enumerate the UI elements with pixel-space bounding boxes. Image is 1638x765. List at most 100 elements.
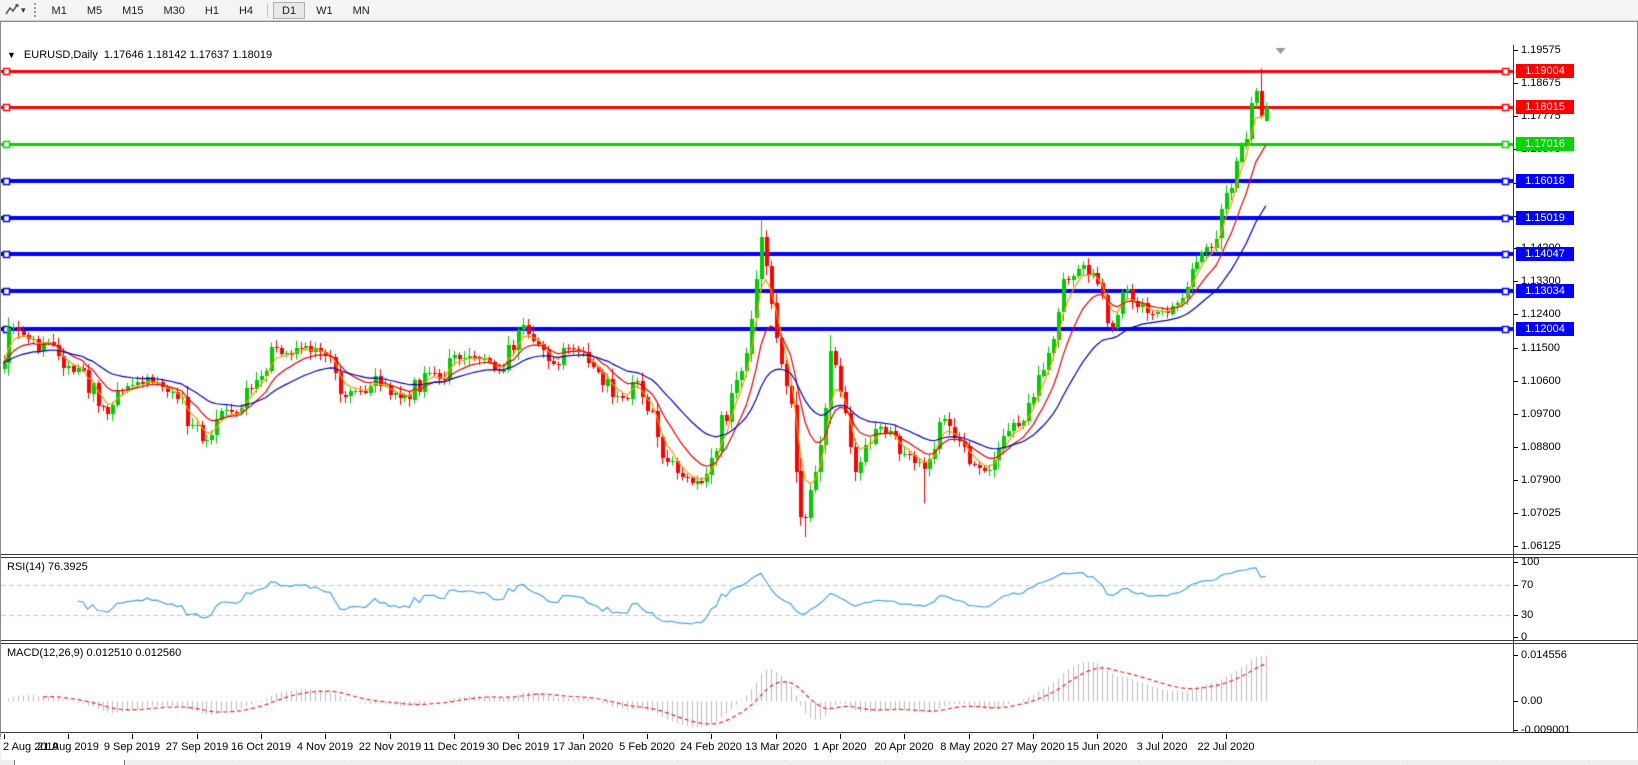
date-tick-label: 22 Jul 2020: [1197, 741, 1255, 753]
timeframe-button-m30[interactable]: M30: [155, 2, 194, 19]
rsi-tick-label: 30: [1521, 609, 1534, 621]
date-tick-label: 4 Nov 2019: [296, 741, 354, 753]
date-tick-label: 17 Jan 2020: [552, 741, 614, 753]
rsi-pane-canvas[interactable]: [1, 558, 1513, 640]
price-level-label: 1.18015: [1516, 100, 1574, 114]
date-tick-mark: [68, 734, 69, 739]
date-tick-label: 9 Sep 2019: [103, 741, 161, 753]
price-level-label: 1.13034: [1516, 284, 1574, 298]
timeframe-button-d1[interactable]: D1: [273, 1, 306, 19]
price-tick-label: 1.19575: [1521, 44, 1561, 56]
timeframe-buttons: M1 M5 M15 M30 H1 H4 D1 W1 MN: [42, 1, 380, 19]
macd-tick-mark: [1514, 655, 1518, 656]
date-tick-label: 11 Dec 2019: [423, 741, 485, 753]
price-level-label: 1.15019: [1516, 211, 1574, 225]
price-tick-label: 1.11500: [1521, 342, 1560, 354]
timeframe-button-w1[interactable]: W1: [307, 2, 342, 19]
date-axis[interactable]: 2 Aug 2019 21 Aug 2019 9 Sep 2019 27 Sep 20…: [1, 733, 1638, 760]
toolbar-grip-handle[interactable]: [33, 3, 36, 17]
timeframe-button-h4[interactable]: H4: [230, 2, 262, 19]
date-tick-mark: [1033, 734, 1034, 739]
price-tick-mark: [1514, 281, 1518, 282]
chart-symbol-period: EURUSD,Daily: [23, 49, 98, 61]
rsi-tick-label: 70: [1521, 579, 1534, 591]
price-axis[interactable]: 1.195751.186751.177751.168751.159751.150…: [1513, 22, 1638, 760]
date-tick-label: 8 May 2020: [940, 741, 998, 753]
price-tick-mark: [1514, 381, 1518, 382]
date-tick-label: 15 Jun 2020: [1066, 741, 1128, 753]
timeframe-button-m5[interactable]: M5: [78, 2, 111, 19]
rsi-tick-mark: [1514, 615, 1518, 616]
macd-tick-label: 0.014556: [1521, 649, 1567, 661]
macd-tick-mark: [1514, 701, 1518, 702]
timeframe-button-mn[interactable]: MN: [344, 2, 379, 19]
date-tick-label: 20 Apr 2020: [874, 741, 934, 753]
price-level-label: 1.17016: [1516, 137, 1574, 151]
price-tick-mark: [1514, 447, 1518, 448]
date-tick-label: 21 Aug 2019: [37, 741, 99, 753]
date-tick-label: 27 Sep 2019: [165, 741, 229, 753]
date-tick-label: 27 May 2020: [1001, 741, 1065, 753]
date-tick-mark: [4, 734, 5, 739]
chart-tool-icon[interactable]: ▾: [4, 3, 26, 17]
timeframe-toolbar: ▾ M1 M5 M15 M30 H1 H4 D1 W1 MN: [0, 0, 1638, 21]
date-tick-label: 3 Jul 2020: [1136, 741, 1188, 753]
chart-title: ▼ EURUSD,Daily 1.17646 1.18142 1.17637 1…: [7, 49, 272, 61]
price-tick-mark: [1514, 546, 1518, 547]
date-tick-mark: [904, 734, 905, 739]
chart-collapse-icon[interactable]: ▼: [7, 50, 16, 60]
zigzag-draw-icon: [5, 4, 19, 15]
price-tick-label: 1.12400: [1521, 308, 1561, 320]
macd-tick-label: -0.009001: [1521, 724, 1571, 736]
date-tick-mark: [518, 734, 519, 739]
date-tick-label: 1 Apr 2020: [813, 741, 867, 753]
date-tick-mark: [1162, 734, 1163, 739]
date-tick-mark: [969, 734, 970, 739]
timeframe-button-h1[interactable]: H1: [196, 2, 228, 19]
rsi-tick-label: 0: [1521, 631, 1528, 643]
macd-tick-mark: [1514, 730, 1518, 731]
price-tick-mark: [1514, 480, 1518, 481]
price-level-label: 1.19004: [1516, 64, 1574, 78]
date-tick-mark: [197, 734, 198, 739]
macd-tick-label: 0.00: [1521, 695, 1543, 707]
timeframe-button-m1[interactable]: M1: [43, 2, 76, 19]
rsi-tick-mark: [1514, 637, 1518, 638]
date-tick-label: 22 Nov 2019: [358, 741, 422, 753]
price-tick-mark: [1514, 50, 1518, 51]
date-tick-label: 16 Oct 2019: [231, 741, 291, 753]
date-tick-mark: [776, 734, 777, 739]
date-tick-mark: [132, 734, 133, 739]
price-tick-label: 1.08800: [1521, 441, 1561, 453]
pane-separator[interactable]: [1, 640, 1638, 644]
date-tick-mark: [583, 734, 584, 739]
rsi-indicator-label: RSI(14) 76.3925: [7, 561, 88, 573]
macd-pane-canvas[interactable]: [1, 644, 1513, 732]
date-tick-label: 5 Feb 2020: [619, 741, 675, 753]
price-tick-label: 1.18675: [1521, 77, 1561, 89]
toolbar-separator: [267, 2, 269, 18]
price-tick-label: 1.07025: [1521, 507, 1561, 519]
price-tick-label: 1.07900: [1521, 474, 1561, 486]
date-tick-mark: [840, 734, 841, 739]
chevron-down-icon[interactable]: ▾: [21, 5, 26, 15]
timeframe-button-m15[interactable]: M15: [113, 2, 152, 19]
date-tick-label: 24 Feb 2020: [680, 741, 742, 753]
date-tick-mark: [390, 734, 391, 739]
price-level-label: 1.12004: [1516, 322, 1574, 336]
price-level-label: 1.14047: [1516, 247, 1574, 261]
pane-separator[interactable]: [1, 554, 1638, 558]
chart-window: ▼ EURUSD,Daily 1.17646 1.18142 1.17637 1…: [0, 21, 1638, 760]
macd-indicator-label: MACD(12,26,9) 0.012510 0.012560: [7, 647, 182, 659]
price-tick-mark: [1514, 414, 1518, 415]
date-tick-label: 13 Mar 2020: [745, 741, 807, 753]
price-pane-canvas[interactable]: [1, 45, 1513, 554]
date-tick-mark: [454, 734, 455, 739]
price-tick-label: 1.09700: [1521, 408, 1561, 420]
rsi-tick-mark: [1514, 585, 1518, 586]
rsi-tick-label: 100: [1521, 556, 1540, 568]
price-level-label: 1.16018: [1516, 174, 1574, 188]
date-tick-mark: [711, 734, 712, 739]
date-tick-mark: [261, 734, 262, 739]
price-tick-mark: [1514, 348, 1518, 349]
